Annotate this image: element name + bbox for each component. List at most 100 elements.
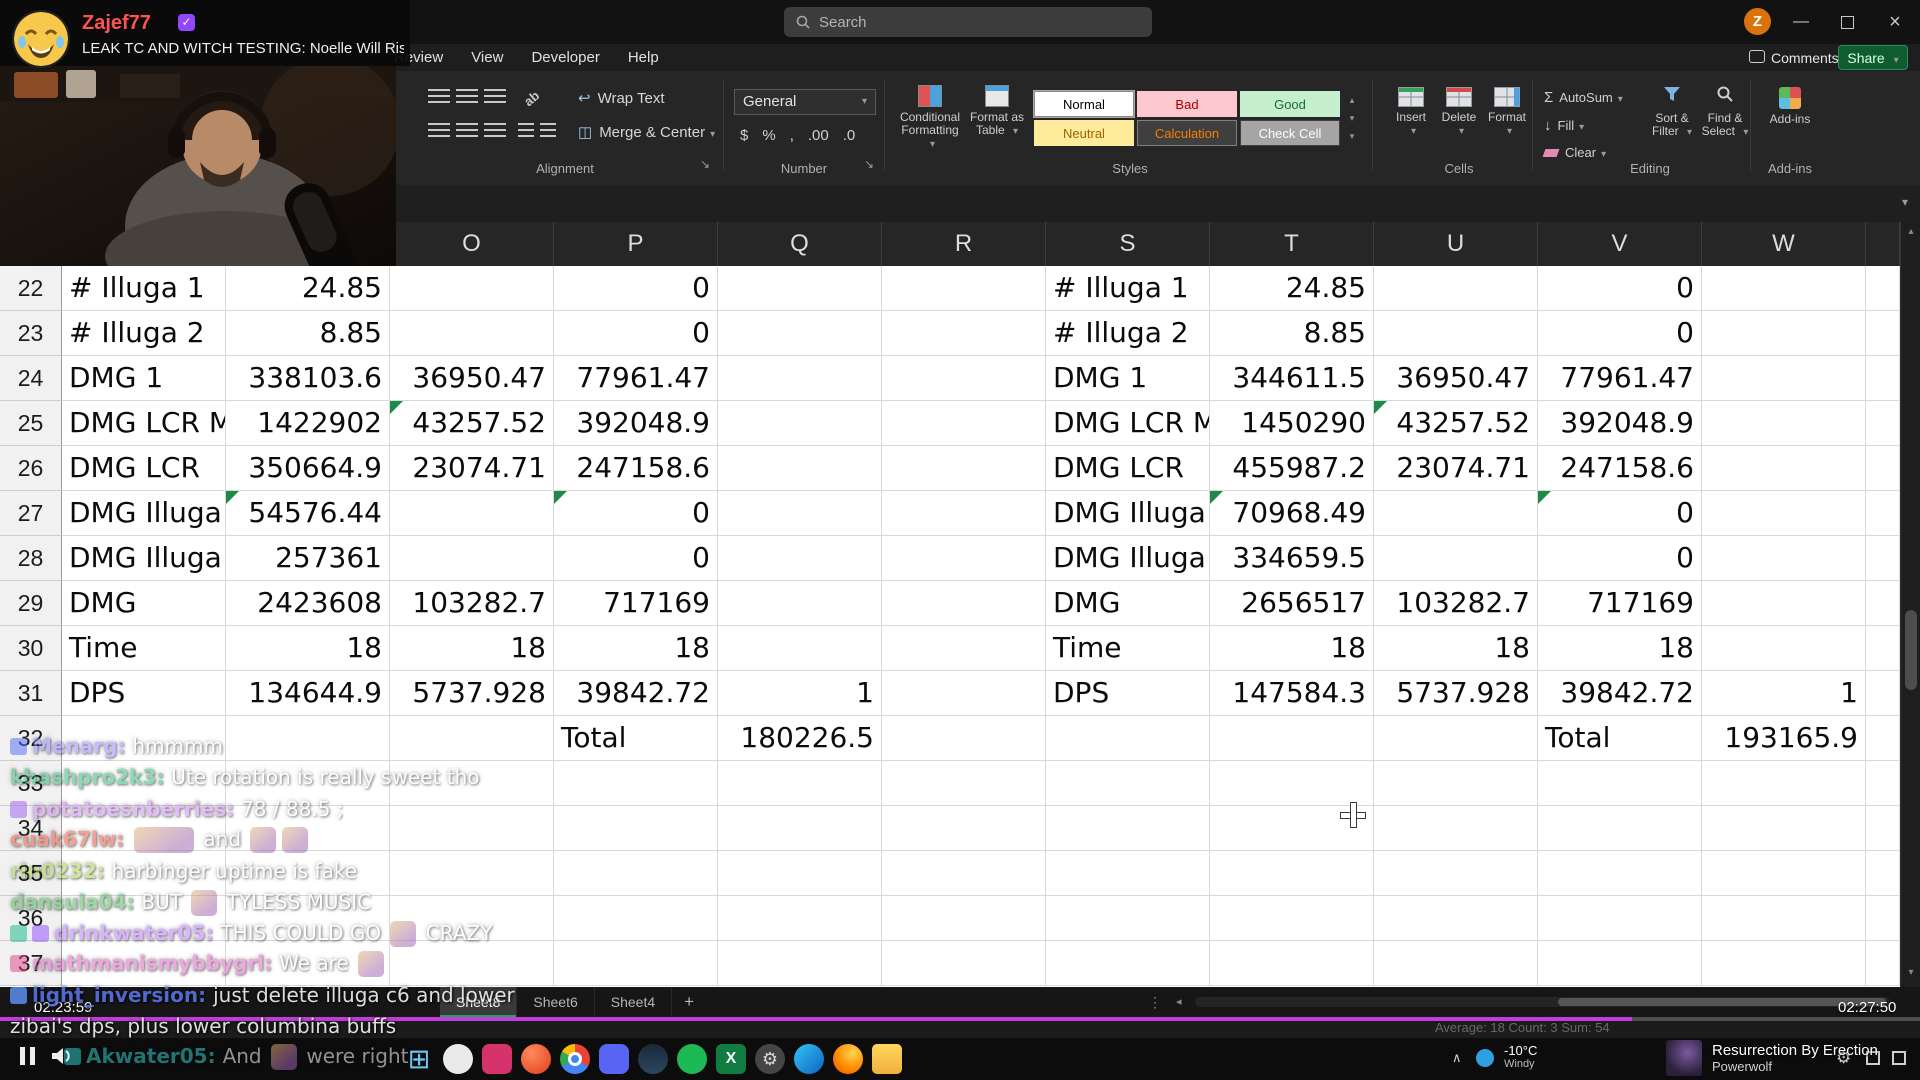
cell-P29[interactable]: 717169: [554, 581, 718, 626]
volume-icon[interactable]: [52, 1047, 74, 1065]
cell-Q30[interactable]: [718, 626, 882, 671]
cell-N22[interactable]: 24.85: [226, 266, 390, 311]
cell-Q27[interactable]: [718, 491, 882, 536]
vertical-align-buttons[interactable]: [428, 89, 512, 109]
cell-O31[interactable]: 5737.928: [390, 671, 554, 716]
cell-V30[interactable]: 18: [1538, 626, 1702, 671]
taskbar-icon-excel[interactable]: X: [716, 1044, 746, 1074]
cell-Q22[interactable]: [718, 266, 882, 311]
cell-R22[interactable]: [882, 266, 1046, 311]
sheet-tab-sheet6[interactable]: Sheet6: [517, 987, 594, 1017]
ribbon-tab-help[interactable]: Help: [628, 44, 659, 71]
sort-filter-button[interactable]: Sort & Filter ▾: [1646, 85, 1698, 139]
taskbar-icon-search[interactable]: [443, 1044, 473, 1074]
account-avatar[interactable]: Z: [1744, 8, 1771, 35]
cell-Q25[interactable]: [718, 401, 882, 446]
insert-cells-button[interactable]: Insert▾: [1388, 87, 1434, 138]
taskbar-icon-discord[interactable]: [599, 1044, 629, 1074]
find-select-button[interactable]: Find & Select ▾: [1700, 85, 1750, 139]
cell-W32[interactable]: 193165.9: [1702, 716, 1866, 761]
cell-P26[interactable]: 247158.6: [554, 446, 718, 491]
cell-R32[interactable]: [882, 716, 1046, 761]
cell-T22[interactable]: 24.85: [1210, 266, 1374, 311]
taskbar-icon-files[interactable]: [872, 1044, 902, 1074]
cell-S29[interactable]: DMG: [1046, 581, 1210, 626]
search-box[interactable]: Search: [784, 7, 1152, 37]
col-header-W[interactable]: W: [1702, 222, 1866, 266]
cell-P36[interactable]: [554, 896, 718, 941]
horizontal-scroll-thumb[interactable]: [1558, 998, 1886, 1006]
cell-P32[interactable]: Total: [554, 716, 718, 761]
conditional-formatting-button[interactable]: Conditional Formatting ▾: [896, 85, 964, 151]
cell-P33[interactable]: [554, 761, 718, 806]
cell-P24[interactable]: 77961.47: [554, 356, 718, 401]
cell-M31[interactable]: DPS: [62, 671, 226, 716]
cell-P27[interactable]: 0: [554, 491, 718, 536]
cell-style-bad[interactable]: Bad: [1137, 91, 1237, 117]
cell-S34[interactable]: [1046, 806, 1210, 851]
row-header-26[interactable]: 26: [0, 446, 62, 491]
vertical-scroll-thumb[interactable]: [1905, 610, 1917, 690]
cell-V22[interactable]: 0: [1538, 266, 1702, 311]
cell-O23[interactable]: [390, 311, 554, 356]
cell-T28[interactable]: 334659.5: [1210, 536, 1374, 581]
cell-V29[interactable]: 717169: [1538, 581, 1702, 626]
cell-N29[interactable]: 2423608: [226, 581, 390, 626]
cell-X29[interactable]: [1866, 581, 1900, 626]
add-sheet-button[interactable]: +: [672, 987, 706, 1017]
sheet-tab-sheet4[interactable]: Sheet4: [595, 987, 672, 1017]
row-header-24[interactable]: 24: [0, 356, 62, 401]
autosum-button[interactable]: ΣAutoSum▾: [1544, 89, 1623, 106]
cell-P23[interactable]: 0: [554, 311, 718, 356]
cell-N24[interactable]: 338103.6: [226, 356, 390, 401]
cell-Q32[interactable]: 180226.5: [718, 716, 882, 761]
format-as-table-button[interactable]: Format as Table ▾: [966, 85, 1028, 138]
row-header-29[interactable]: 29: [0, 581, 62, 626]
cell-M25[interactable]: DMG LCR M: [62, 401, 226, 446]
cell-R31[interactable]: [882, 671, 1046, 716]
cell-V33[interactable]: [1538, 761, 1702, 806]
cell-R26[interactable]: [882, 446, 1046, 491]
cell-Q34[interactable]: [718, 806, 882, 851]
cell-N34[interactable]: [226, 806, 390, 851]
cell-M35[interactable]: [62, 851, 226, 896]
cell-N33[interactable]: [226, 761, 390, 806]
tab-overflow-icon[interactable]: ⋮: [1148, 987, 1162, 1017]
cell-U27[interactable]: [1374, 491, 1538, 536]
orientation-icon[interactable]: ab: [521, 88, 542, 109]
formula-bar-expand-icon[interactable]: ▾: [1902, 195, 1908, 209]
cell-S25[interactable]: DMG LCR M: [1046, 401, 1210, 446]
cell-N28[interactable]: 257361: [226, 536, 390, 581]
row-header-30[interactable]: 30: [0, 626, 62, 671]
cell-P34[interactable]: [554, 806, 718, 851]
cell-X32[interactable]: [1866, 716, 1900, 761]
cell-U31[interactable]: 5737.928: [1374, 671, 1538, 716]
cell-style-neutral[interactable]: Neutral: [1034, 120, 1134, 146]
cell-Q29[interactable]: [718, 581, 882, 626]
cell-W37[interactable]: [1702, 941, 1866, 986]
cell-O30[interactable]: 18: [390, 626, 554, 671]
row-header-35[interactable]: 35: [0, 851, 62, 896]
minimize-button[interactable]: —: [1786, 10, 1816, 34]
cell-T37[interactable]: [1210, 941, 1374, 986]
pause-icon[interactable]: [30, 1047, 35, 1065]
cell-M22[interactable]: # Illuga 1: [62, 266, 226, 311]
row-header-34[interactable]: 34: [0, 806, 62, 851]
cell-M27[interactable]: DMG Illuga: [62, 491, 226, 536]
cell-S31[interactable]: DPS: [1046, 671, 1210, 716]
cell-U32[interactable]: [1374, 716, 1538, 761]
cell-S35[interactable]: [1046, 851, 1210, 896]
cell-R35[interactable]: [882, 851, 1046, 896]
cell-R25[interactable]: [882, 401, 1046, 446]
cell-X27[interactable]: [1866, 491, 1900, 536]
wrap-text-button[interactable]: ↩Wrap Text: [578, 89, 665, 107]
cell-W33[interactable]: [1702, 761, 1866, 806]
cell-Q35[interactable]: [718, 851, 882, 896]
cell-Q33[interactable]: [718, 761, 882, 806]
cell-R30[interactable]: [882, 626, 1046, 671]
cell-V34[interactable]: [1538, 806, 1702, 851]
cell-style-check-cell[interactable]: Check Cell: [1240, 120, 1340, 146]
cell-N36[interactable]: [226, 896, 390, 941]
cell-S23[interactable]: # Illuga 2: [1046, 311, 1210, 356]
cell-O35[interactable]: [390, 851, 554, 896]
